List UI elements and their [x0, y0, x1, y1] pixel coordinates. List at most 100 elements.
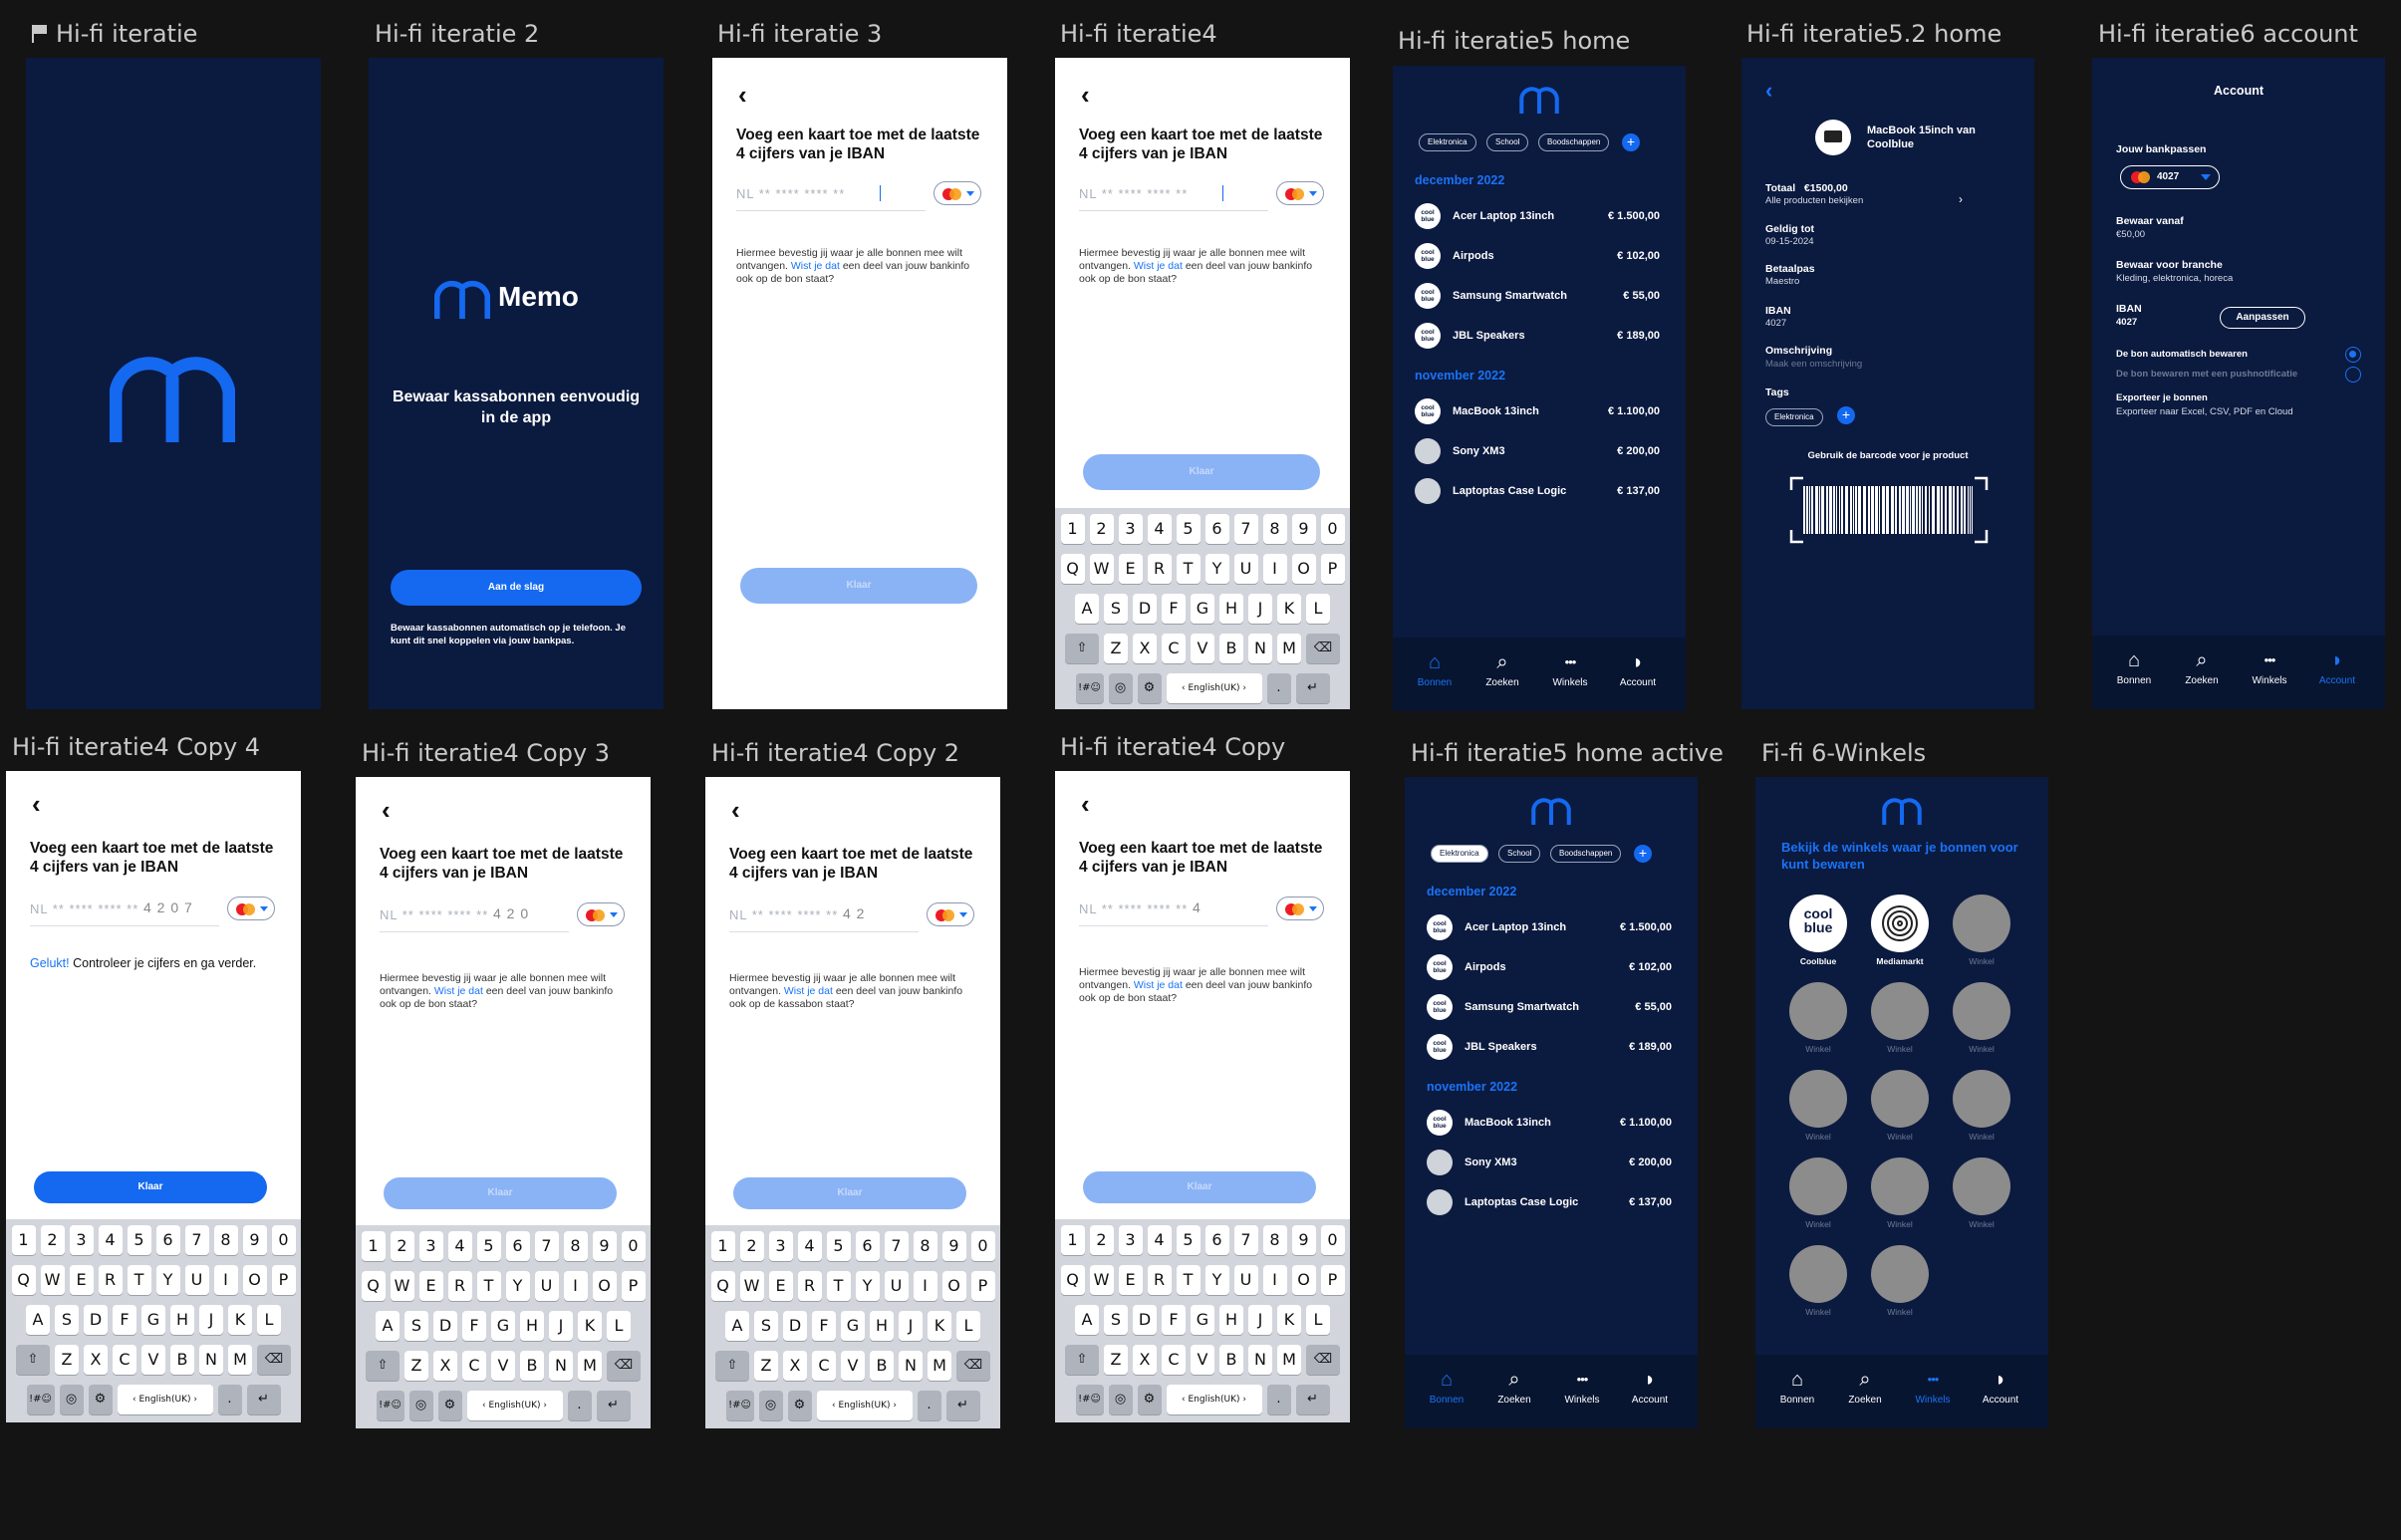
key[interactable]: K — [928, 1311, 951, 1341]
key[interactable]: U — [1233, 1265, 1258, 1295]
key[interactable]: 4 — [447, 1231, 472, 1261]
key[interactable]: J — [1248, 594, 1272, 624]
key[interactable]: O — [941, 1271, 966, 1301]
key[interactable]: T — [1176, 1265, 1200, 1295]
nav-item-bonnen[interactable]: ⌂ Bonnen — [1767, 1369, 1827, 1406]
space-key[interactable]: ‹ English(UK) › — [816, 1391, 913, 1420]
key[interactable]: 7 — [1233, 514, 1258, 544]
key[interactable]: C — [113, 1345, 136, 1375]
key[interactable]: B — [1219, 1345, 1243, 1375]
card-picker[interactable] — [934, 181, 981, 205]
key[interactable]: Q — [1060, 554, 1085, 584]
receipt-row[interactable]: cool blue Acer Laptop 13inch € 1.500,00 — [1427, 914, 1672, 940]
iban-input[interactable]: NL ** **** **** ** 4 — [1079, 893, 1324, 926]
key[interactable]: F — [812, 1311, 836, 1341]
key[interactable]: 9 — [1291, 514, 1316, 544]
key[interactable]: G — [1191, 594, 1214, 624]
key[interactable]: F — [1162, 594, 1186, 624]
key[interactable]: 5 — [1176, 514, 1200, 544]
key[interactable]: A — [1075, 1305, 1099, 1335]
key[interactable]: U — [184, 1265, 209, 1295]
key[interactable]: 4 — [797, 1231, 822, 1261]
back-button[interactable]: ‹ — [731, 795, 740, 826]
key[interactable]: J — [899, 1311, 923, 1341]
chevron-right-icon[interactable]: › — [1959, 192, 1963, 206]
key[interactable]: O — [1291, 1265, 1316, 1295]
key[interactable]: C — [1162, 634, 1186, 663]
shop-placeholder[interactable] — [1871, 1157, 1929, 1215]
chip-school[interactable]: School — [1486, 133, 1529, 151]
receipt-row[interactable]: cool blue Airpods € 102,00 — [1427, 954, 1672, 980]
key[interactable]: 1 — [710, 1231, 735, 1261]
key[interactable]: 9 — [941, 1231, 966, 1261]
key[interactable]: Z — [55, 1345, 79, 1375]
all-products-link[interactable]: Alle producten bekijken — [1765, 195, 1863, 206]
key[interactable]: S — [404, 1311, 428, 1341]
key[interactable]: R — [1147, 554, 1172, 584]
key[interactable]: W — [739, 1271, 764, 1301]
shop-placeholder[interactable] — [1789, 1070, 1847, 1128]
key[interactable]: 7 — [184, 1225, 209, 1255]
key[interactable]: L — [607, 1311, 631, 1341]
key[interactable]: U — [1233, 554, 1258, 584]
key[interactable]: 6 — [1204, 1225, 1229, 1255]
key[interactable]: I — [913, 1271, 937, 1301]
nav-item-winkels[interactable]: ••• Winkels — [2240, 649, 2299, 686]
key[interactable]: F — [1162, 1305, 1186, 1335]
enter-key[interactable]: ↵ — [945, 1391, 980, 1420]
iban-input[interactable]: NL ** **** **** ** 4 2 0 7 — [30, 893, 275, 926]
key[interactable]: ⌫ — [257, 1345, 291, 1375]
add-tag-button[interactable]: + — [1622, 133, 1640, 151]
key[interactable]: L — [257, 1305, 281, 1335]
key[interactable]: A — [725, 1311, 749, 1341]
key[interactable]: 9 — [1291, 1225, 1316, 1255]
key[interactable]: ⌫ — [607, 1351, 641, 1381]
key[interactable]: D — [1133, 594, 1157, 624]
mediamarkt-logo[interactable] — [1871, 895, 1929, 952]
key[interactable]: E — [1118, 554, 1143, 584]
globe-icon[interactable]: ◎ — [59, 1385, 84, 1414]
receipt-row[interactable]: Laptoptas Case Logic € 137,00 — [1427, 1189, 1672, 1215]
nav-item-account[interactable]: ◗ Account — [1971, 1369, 2030, 1406]
key-symbols[interactable]: !#☺ — [26, 1385, 55, 1414]
info-link[interactable]: Wist je dat — [434, 985, 483, 997]
receipt-row[interactable]: Sony XM3 € 200,00 — [1415, 438, 1660, 464]
key[interactable]: W — [390, 1271, 414, 1301]
space-key[interactable]: ‹ English(UK) › — [1166, 673, 1262, 703]
key[interactable]: C — [462, 1351, 486, 1381]
tag-chip[interactable]: Elektronica — [1765, 408, 1823, 426]
shop-placeholder[interactable] — [1789, 982, 1847, 1040]
receipt-row[interactable]: cool blue MacBook 13inch € 1.100,00 — [1427, 1110, 1672, 1136]
key[interactable]: K — [1277, 1305, 1301, 1335]
key[interactable]: W — [1089, 1265, 1114, 1295]
shop-placeholder[interactable] — [1789, 1157, 1847, 1215]
key[interactable]: 2 — [1089, 1225, 1114, 1255]
key[interactable]: 1 — [1060, 1225, 1085, 1255]
key[interactable]: L — [1306, 1305, 1330, 1335]
dot-key[interactable]: . — [917, 1391, 941, 1420]
key[interactable]: M — [1277, 634, 1301, 663]
key[interactable]: R — [1147, 1265, 1172, 1295]
receipt-row[interactable]: Laptoptas Case Logic € 137,00 — [1415, 478, 1660, 504]
key[interactable]: G — [1191, 1305, 1214, 1335]
key[interactable]: L — [956, 1311, 980, 1341]
key[interactable]: 9 — [242, 1225, 267, 1255]
nav-item-account[interactable]: ◗ Account — [1620, 1369, 1680, 1406]
key[interactable]: Z — [754, 1351, 778, 1381]
done-button[interactable]: Klaar — [384, 1177, 617, 1209]
card-picker[interactable] — [227, 897, 275, 920]
key[interactable]: 0 — [970, 1231, 995, 1261]
done-button[interactable]: Klaar — [34, 1171, 267, 1203]
key[interactable]: ⌫ — [1306, 634, 1340, 663]
key[interactable]: M — [578, 1351, 602, 1381]
add-tag-button[interactable]: + — [1634, 845, 1652, 863]
key[interactable]: 7 — [1233, 1225, 1258, 1255]
key[interactable]: T — [1176, 554, 1200, 584]
nav-item-winkels[interactable]: ••• Winkels — [1552, 1369, 1612, 1406]
key[interactable]: B — [170, 1345, 194, 1375]
card-picker[interactable] — [1276, 897, 1324, 920]
key[interactable]: X — [84, 1345, 108, 1375]
chip-elektronica[interactable]: Elektronica — [1431, 845, 1488, 863]
key[interactable]: B — [520, 1351, 544, 1381]
key[interactable]: Q — [11, 1265, 36, 1295]
